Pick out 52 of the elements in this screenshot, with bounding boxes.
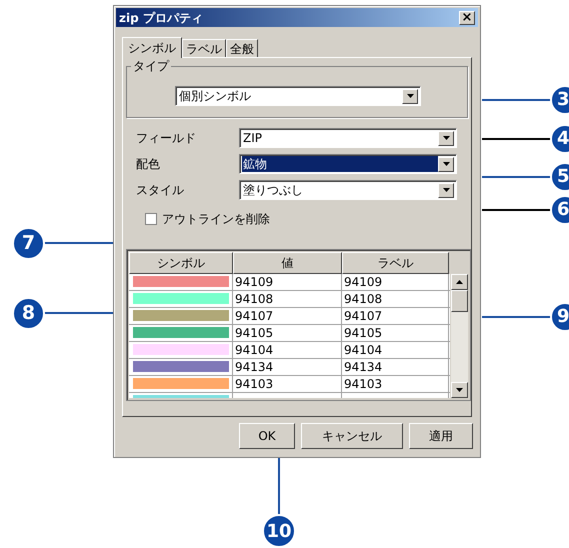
- table-cell: 94105: [342, 325, 449, 341]
- group-legend: タイプ: [131, 58, 171, 74]
- table-cell: 94105: [233, 325, 342, 341]
- tab[interactable]: 全般: [226, 39, 258, 57]
- dialog-button[interactable]: キャンセル: [301, 423, 403, 449]
- caret-icon: [406, 94, 414, 98]
- field-label: フィールド: [136, 130, 197, 147]
- callout-number: 5: [557, 167, 569, 187]
- table-cell: 94104: [233, 342, 342, 358]
- table-cell: 94134: [342, 359, 449, 375]
- table-cell: 94103: [342, 376, 449, 392]
- table-cell: 94109: [233, 274, 342, 290]
- field-label: スタイル: [136, 182, 185, 199]
- field-label: 配色: [136, 156, 161, 173]
- close-button[interactable]: ×: [459, 10, 475, 24]
- table-cell: 94108: [233, 291, 342, 307]
- up-arrow-icon: [456, 280, 464, 284]
- callout-number: 6: [557, 200, 569, 220]
- tab[interactable]: ラベル: [182, 39, 226, 57]
- table-cell: 94103: [233, 376, 342, 392]
- window-title: zip プロパティ: [119, 12, 203, 24]
- checkbox-label: アウトラインを削除: [162, 211, 270, 228]
- callout-number: 9: [557, 307, 569, 327]
- dialog-button[interactable]: 適用: [409, 423, 473, 449]
- table-cell: 94104: [342, 342, 449, 358]
- callout-badge: 8: [12, 297, 45, 330]
- dropdown[interactable]: ZIP: [239, 128, 457, 148]
- dropdown[interactable]: 個別シンボル: [175, 86, 421, 106]
- callout-badge: 10: [262, 514, 296, 548]
- table-cell: 94107: [342, 308, 449, 324]
- scroll-up-button[interactable]: [451, 274, 468, 290]
- dropdown[interactable]: 鉱物: [239, 154, 457, 174]
- dialog-button[interactable]: OK: [239, 423, 295, 449]
- table-cell: 94108: [342, 291, 449, 307]
- callout-number: 4: [557, 129, 569, 149]
- scroll-thumb[interactable]: [451, 290, 468, 312]
- callout-badge: 7: [12, 227, 45, 260]
- caret-icon: [442, 136, 450, 140]
- table-cell: 94134: [233, 359, 342, 375]
- column-header[interactable]: ラベル: [342, 252, 449, 274]
- scroll-down-button[interactable]: [451, 382, 468, 398]
- tab[interactable]: シンボル: [122, 37, 182, 58]
- down-arrow-icon: [456, 388, 464, 392]
- table-cell: 94107: [233, 308, 342, 324]
- checkbox[interactable]: [145, 213, 157, 225]
- column-header[interactable]: 値: [233, 252, 342, 274]
- column-header[interactable]: シンボル: [129, 252, 233, 274]
- callout-number: 3: [557, 90, 569, 110]
- caret-icon: [442, 162, 450, 166]
- table-cell: 94109: [342, 274, 449, 290]
- caret-icon: [442, 188, 450, 192]
- dropdown[interactable]: 塗りつぶし: [239, 180, 457, 200]
